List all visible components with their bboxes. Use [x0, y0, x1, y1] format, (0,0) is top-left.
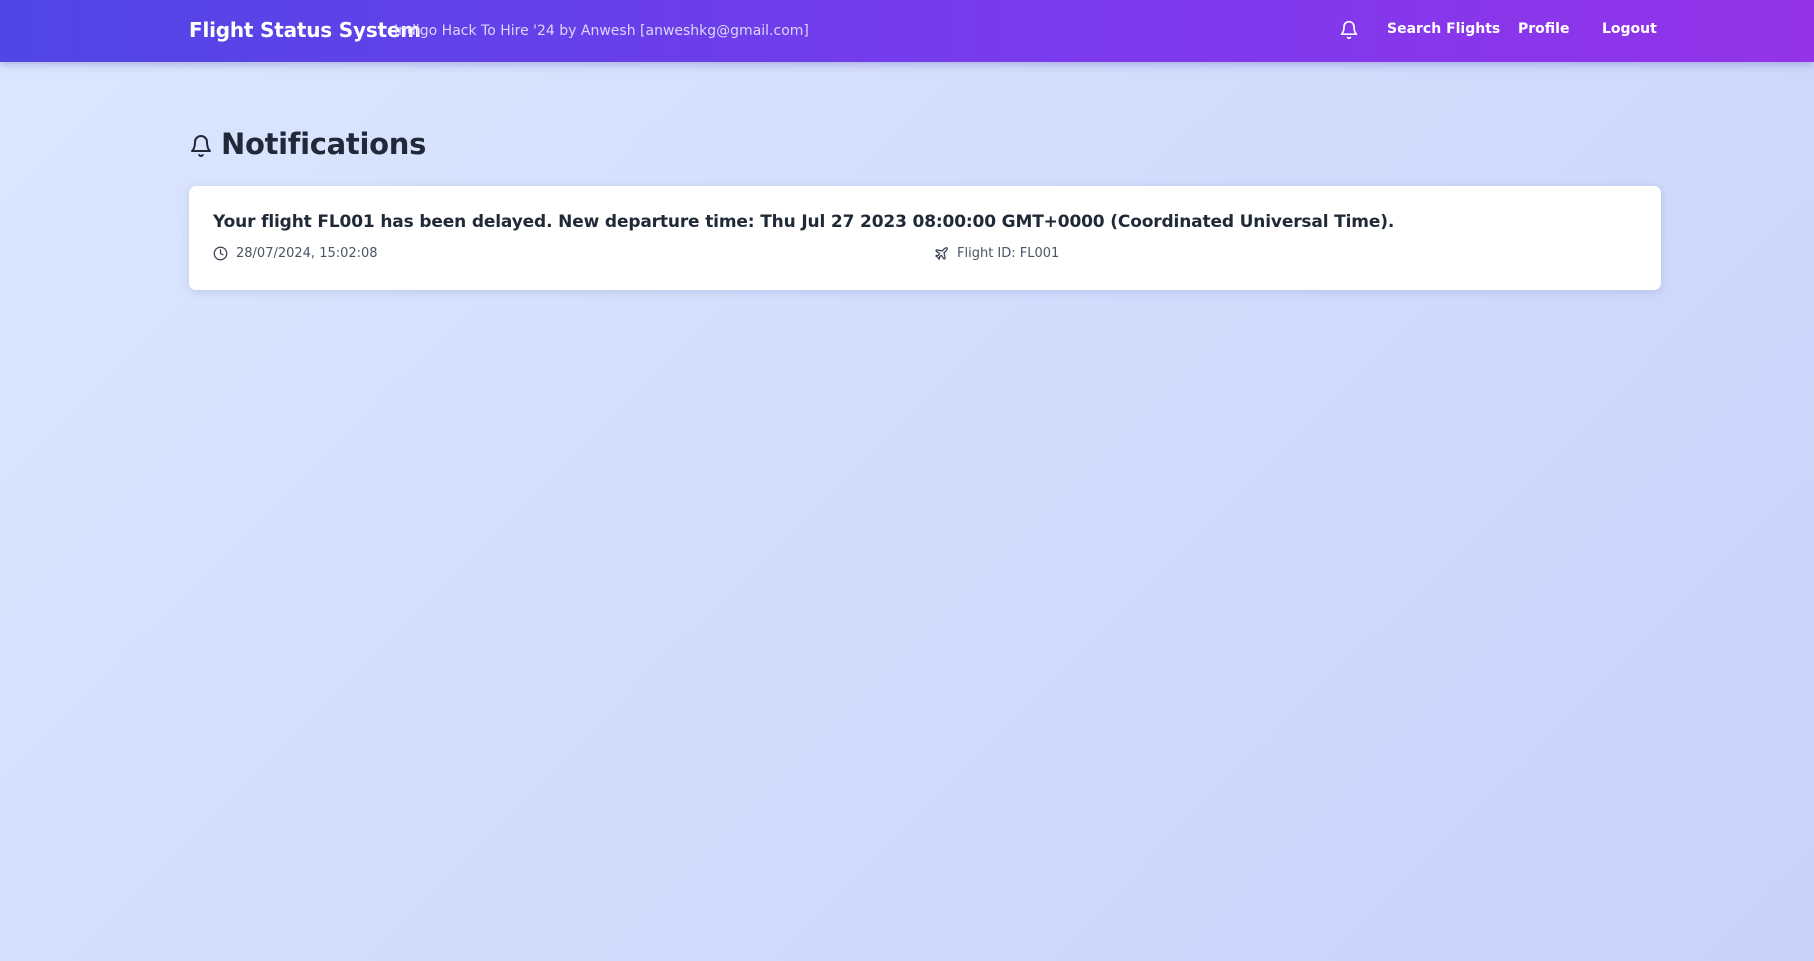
plane-icon	[935, 247, 948, 260]
app-tagline: Indigo Hack To Hire '24 by Anwesh [anwes…	[394, 23, 809, 39]
nav-profile-link[interactable]: Profile	[1518, 21, 1569, 37]
timestamp-text: 28/07/2024, 15:02:08	[236, 246, 378, 261]
bell-icon	[189, 133, 213, 161]
notification-message: Your flight FL001 has been delayed. New …	[213, 212, 1395, 232]
app-title[interactable]: Flight Status System	[189, 18, 421, 42]
page-title: Notifications	[221, 127, 427, 161]
nav-logout-link[interactable]: Logout	[1602, 21, 1657, 37]
nav-search-flights-link[interactable]: Search Flights	[1387, 21, 1500, 37]
top-navbar: Flight Status System Indigo Hack To Hire…	[0, 0, 1814, 62]
notification-card: Your flight FL001 has been delayed. New …	[189, 186, 1661, 290]
notification-flight-id: Flight ID: FL001	[934, 246, 1059, 261]
clock-icon	[213, 246, 228, 261]
notification-timestamp: 28/07/2024, 15:02:08	[213, 246, 378, 261]
notifications-bell-icon[interactable]	[1339, 19, 1359, 41]
flight-id-text: Flight ID: FL001	[957, 246, 1060, 261]
page-heading: Notifications	[189, 124, 426, 164]
